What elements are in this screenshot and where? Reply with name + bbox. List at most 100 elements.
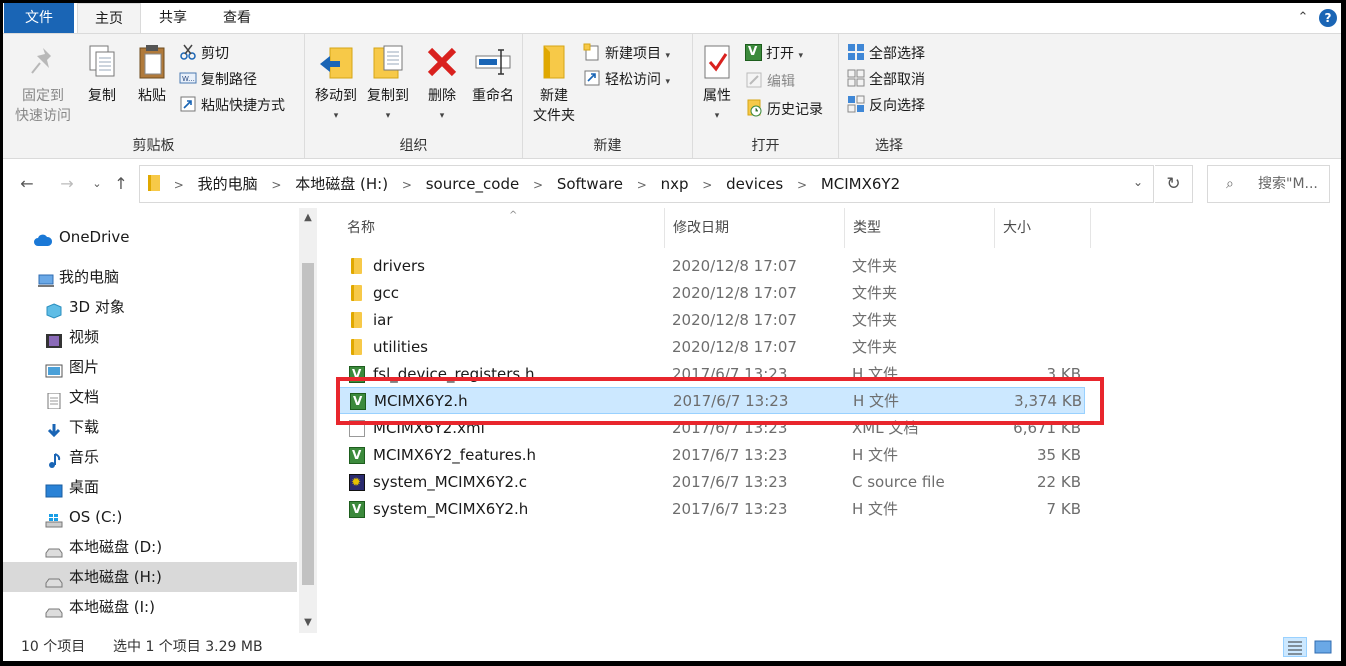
up-arrow-icon[interactable]: ↑	[111, 174, 131, 194]
breadcrumb-item[interactable]: 我的电脑	[198, 166, 258, 202]
rename-button[interactable]: 重命名	[467, 42, 519, 106]
nav-item-drive-i[interactable]: 本地磁盘 (I:)	[3, 592, 297, 622]
file-row[interactable]: MCIMX6Y2.xml 2017/6/7 13:23 XML 文档 6,671…	[339, 415, 1085, 442]
move-to-label: 移动到	[315, 88, 357, 104]
nav-item-drive-d[interactable]: 本地磁盘 (D:)	[3, 532, 297, 562]
delete-button[interactable]: 删除 ▾	[421, 42, 463, 126]
breadcrumb-item[interactable]: Software	[557, 166, 623, 202]
recent-locations-chevron-icon[interactable]: ⌄	[87, 174, 107, 194]
copy-button[interactable]: 复制	[79, 42, 125, 106]
file-name: iar	[373, 311, 393, 329]
file-row[interactable]: gcc 2020/12/8 17:07 文件夹	[339, 280, 1085, 307]
tab-share[interactable]: 共享	[143, 3, 203, 33]
history-button[interactable]: 历史记录	[745, 98, 823, 122]
easy-access-button[interactable]: 轻松访问 ▾	[583, 68, 670, 92]
delete-icon	[422, 42, 462, 82]
group-select-label: 选择	[875, 138, 903, 154]
file-row[interactable]: iar 2020/12/8 17:07 文件夹	[339, 307, 1085, 334]
nav-item-3d-objects[interactable]: 3D 对象	[3, 292, 297, 322]
column-header-type[interactable]: 类型	[845, 208, 995, 248]
column-header-date[interactable]: 修改日期	[665, 208, 845, 248]
tab-file[interactable]: 文件	[4, 3, 74, 33]
nav-label: OS (C:)	[69, 508, 123, 526]
breadcrumb-separator[interactable]: >	[797, 167, 807, 203]
copy-to-button[interactable]: 复制到 ▾	[361, 42, 415, 126]
file-row[interactable]: drivers 2020/12/8 17:07 文件夹	[339, 253, 1085, 280]
breadcrumb-separator[interactable]: >	[271, 167, 281, 203]
nav-item-music[interactable]: 音乐	[3, 442, 297, 472]
file-row[interactable]: utilities 2020/12/8 17:07 文件夹	[339, 334, 1085, 361]
cut-button[interactable]: 剪切	[179, 42, 229, 66]
scroll-up-arrow-icon[interactable]: ▲	[299, 210, 317, 226]
properties-button[interactable]: 属性 ▾	[695, 42, 739, 126]
nav-pane-scrollbar[interactable]: ▲ ▼	[299, 208, 317, 633]
scroll-down-arrow-icon[interactable]: ▼	[299, 615, 317, 631]
ribbon-tabs: 文件 主页 共享 查看 ⌃ ?	[3, 3, 1341, 34]
move-to-button[interactable]: 移动到 ▾	[309, 42, 363, 126]
nav-item-desktop[interactable]: 桌面	[3, 472, 297, 502]
breadcrumb-item[interactable]: devices	[726, 166, 783, 202]
forward-arrow-icon[interactable]: →	[57, 174, 77, 194]
file-date: 2020/12/8 17:07	[672, 338, 797, 356]
copy-path-button[interactable]: W... 复制路径	[179, 68, 257, 92]
nav-item-downloads[interactable]: 下载	[3, 412, 297, 442]
search-input[interactable]: ⌕ 搜索"M...	[1207, 165, 1330, 203]
select-all-icon	[847, 43, 865, 61]
nav-item-drive-h[interactable]: 本地磁盘 (H:)	[3, 562, 297, 592]
refresh-icon[interactable]: ↻	[1155, 165, 1193, 203]
help-icon[interactable]: ?	[1319, 9, 1337, 27]
address-dropdown-chevron-icon[interactable]: ⌄	[1133, 175, 1143, 189]
pin-quick-access-button[interactable]: 固定到 快速访问	[11, 42, 75, 126]
address-bar[interactable]: > 我的电脑 > 本地磁盘 (H:) > source_code > Softw…	[139, 165, 1154, 203]
file-row[interactable]: system_MCIMX6Y2.h 2017/6/7 13:23 H 文件 7 …	[339, 496, 1085, 523]
new-folder-button[interactable]: 新建 文件夹	[529, 42, 579, 126]
paste-button[interactable]: 粘贴	[129, 42, 175, 106]
tab-home[interactable]: 主页	[77, 3, 141, 34]
details-view-icon[interactable]	[1283, 637, 1307, 657]
file-size: 35 KB	[1037, 446, 1081, 464]
desktop-icon	[45, 479, 63, 498]
file-row[interactable]: fsl_device_registers.h 2017/6/7 13:23 H …	[339, 361, 1085, 388]
new-item-label: 新建项目	[605, 46, 661, 62]
file-date: 2017/6/7 13:23	[672, 365, 788, 383]
file-row[interactable]: system_MCIMX6Y2.c 2017/6/7 13:23 C sourc…	[339, 469, 1085, 496]
navigation-bar: ← → ⌄ ↑ > 我的电脑 > 本地磁盘 (H:) > source_code…	[3, 160, 1341, 208]
file-size: 7 KB	[1046, 500, 1081, 518]
breadcrumb-separator[interactable]: >	[174, 167, 184, 203]
nav-item-videos[interactable]: 视频	[3, 322, 297, 352]
large-icons-view-icon[interactable]	[1311, 637, 1335, 657]
select-all-button[interactable]: 全部选择	[847, 42, 925, 66]
nav-item-onedrive[interactable]: OneDrive	[3, 222, 297, 252]
paste-shortcut-button[interactable]: 粘贴快捷方式	[179, 94, 285, 118]
computer-icon	[37, 269, 55, 287]
file-name: gcc	[373, 284, 400, 302]
collapse-ribbon-icon[interactable]: ⌃	[1293, 8, 1313, 28]
new-item-button[interactable]: 新建项目 ▾	[583, 42, 670, 66]
nav-item-drive-c[interactable]: OS (C:)	[3, 502, 297, 532]
file-row[interactable]: MCIMX6Y2_features.h 2017/6/7 13:23 H 文件 …	[339, 442, 1085, 469]
edit-button[interactable]: 编辑	[745, 70, 795, 94]
scrollbar-thumb[interactable]	[302, 263, 314, 585]
nav-item-this-pc[interactable]: 我的电脑	[3, 262, 297, 292]
breadcrumb-item[interactable]: MCIMX6Y2	[821, 166, 900, 202]
h-file-icon	[349, 361, 365, 388]
breadcrumb-separator[interactable]: >	[702, 167, 712, 203]
select-none-button[interactable]: 全部取消	[847, 68, 925, 92]
nav-label: 3D 对象	[69, 298, 125, 316]
invert-selection-button[interactable]: 反向选择	[847, 94, 925, 118]
breadcrumb-separator[interactable]: >	[637, 167, 647, 203]
nav-item-documents[interactable]: 文档	[3, 382, 297, 412]
back-arrow-icon[interactable]: ←	[17, 174, 37, 194]
breadcrumb-item[interactable]: source_code	[426, 166, 520, 202]
breadcrumb-separator[interactable]: >	[402, 167, 412, 203]
breadcrumb-item[interactable]: nxp	[661, 166, 689, 202]
paste-label: 粘贴	[138, 88, 166, 104]
column-header-size[interactable]: 大小	[995, 208, 1091, 248]
tab-view[interactable]: 查看	[205, 3, 269, 33]
nav-item-pictures[interactable]: 图片	[3, 352, 297, 382]
file-row-selected[interactable]: MCIMX6Y2.h 2017/6/7 13:23 H 文件 3,374 KB	[339, 387, 1085, 415]
breadcrumb-separator[interactable]: >	[533, 167, 543, 203]
breadcrumb-item[interactable]: 本地磁盘 (H:)	[295, 166, 388, 202]
open-button[interactable]: 打开 ▾	[745, 39, 803, 66]
column-header-name[interactable]: 名称 ^	[339, 208, 665, 248]
